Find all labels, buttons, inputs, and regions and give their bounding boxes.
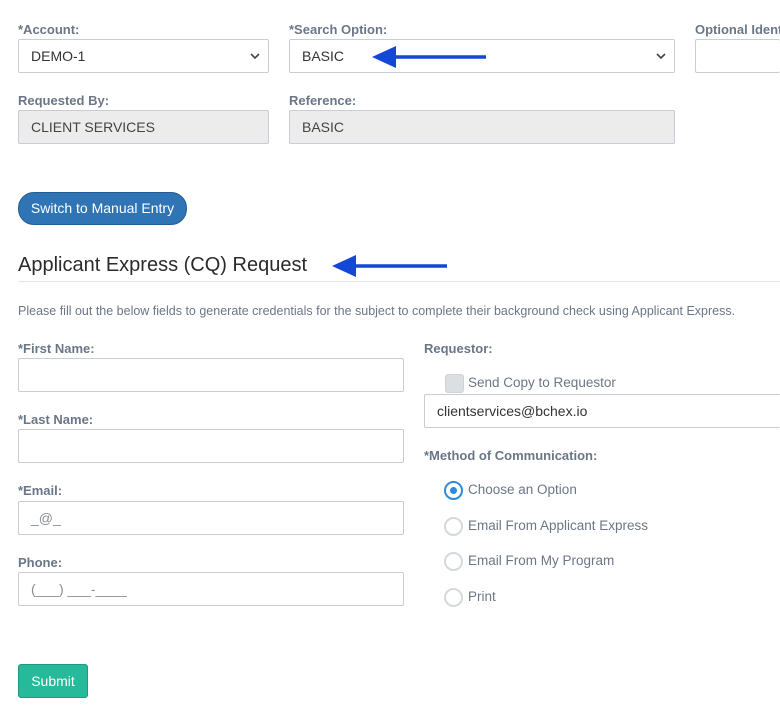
last-name-input[interactable] bbox=[18, 429, 404, 463]
last-name-label: *Last Name: bbox=[18, 412, 94, 427]
phone-input-mask: (___) ___-____ bbox=[31, 581, 127, 597]
switch-to-manual-entry-button[interactable]: Switch to Manual Entry bbox=[18, 192, 187, 225]
account-label: *Account: bbox=[18, 22, 80, 37]
radio-email-from-applicant-express-label: Email From Applicant Express bbox=[468, 518, 649, 533]
email-input-mask: _@_ bbox=[31, 510, 61, 526]
pointer-arrow-icon bbox=[332, 255, 447, 277]
section-description: Please fill out the below fields to gene… bbox=[18, 304, 736, 318]
pointer-arrow-icon bbox=[372, 46, 486, 68]
first-name-input[interactable] bbox=[18, 358, 404, 392]
requestor-label: Requestor: bbox=[424, 341, 493, 356]
optional-identifier-input[interactable] bbox=[695, 39, 780, 73]
send-copy-label: Send Copy to Requestor bbox=[468, 375, 616, 390]
submit-button[interactable]: Submit bbox=[18, 664, 88, 698]
chevron-down-icon bbox=[656, 53, 666, 60]
radio-email-from-applicant-express[interactable] bbox=[444, 517, 463, 536]
reference-field: BASIC bbox=[289, 110, 675, 144]
account-select[interactable]: DEMO-1 bbox=[18, 39, 269, 73]
phone-input[interactable]: (___) ___-____ bbox=[18, 572, 404, 606]
radio-choose-option-label: Choose an Option bbox=[468, 482, 577, 497]
email-label: *Email: bbox=[18, 483, 63, 498]
method-label: *Method of Communication: bbox=[424, 448, 598, 463]
page: *Account: DEMO-1 *Search Option: BASIC O… bbox=[0, 0, 780, 711]
search-option-select-value: BASIC bbox=[302, 48, 345, 64]
radio-email-from-my-program[interactable] bbox=[444, 552, 463, 571]
chevron-down-icon bbox=[250, 53, 260, 60]
section-title: Applicant Express (CQ) Request bbox=[18, 254, 308, 276]
section-divider bbox=[18, 281, 780, 282]
search-option-label: *Search Option: bbox=[289, 22, 388, 37]
requested-by-field: CLIENT SERVICES bbox=[18, 110, 269, 144]
reference-label: Reference: bbox=[289, 93, 357, 108]
account-select-value: DEMO-1 bbox=[31, 48, 86, 64]
optional-identifier-label: Optional Ident bbox=[695, 22, 780, 37]
email-input[interactable]: _@_ bbox=[18, 501, 404, 535]
first-name-label: *First Name: bbox=[18, 341, 95, 356]
radio-email-from-my-program-label: Email From My Program bbox=[468, 553, 615, 568]
requested-by-label: Requested By: bbox=[18, 93, 110, 108]
radio-print-label: Print bbox=[468, 589, 496, 604]
phone-label: Phone: bbox=[18, 555, 63, 570]
send-copy-checkbox[interactable] bbox=[445, 374, 464, 393]
radio-choose-option[interactable] bbox=[444, 481, 463, 500]
requestor-email-input[interactable]: clientservices@bchex.io bbox=[424, 394, 780, 428]
radio-print[interactable] bbox=[444, 588, 463, 607]
